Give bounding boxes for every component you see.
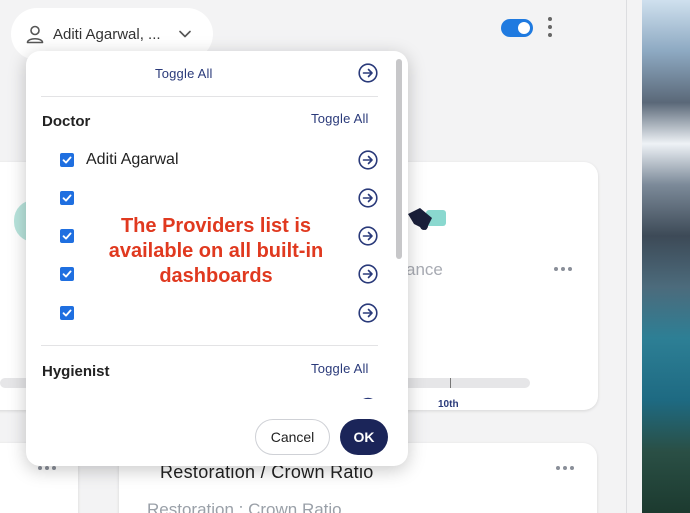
arrow-right-circle-icon (363, 397, 373, 399)
check-icon (62, 270, 72, 278)
providers-dropdown: Toggle All Doctor Toggle All Aditi Agarw… (26, 51, 408, 466)
toggle-all-hygienist[interactable]: Toggle All (311, 361, 369, 376)
section-divider (41, 345, 378, 346)
percentile-tick-label: 10th (438, 399, 459, 410)
provider-row[interactable] (60, 189, 380, 213)
toggle-all-providers[interactable]: Toggle All (155, 66, 213, 81)
check-icon (62, 156, 72, 164)
provider-checkbox[interactable] (60, 267, 74, 281)
arrow-right-circle-icon[interactable] (358, 226, 378, 246)
section-title-doctor: Doctor (42, 113, 91, 130)
arrow-right-circle-icon[interactable] (358, 188, 378, 208)
arrow-right-circle-icon[interactable] (358, 264, 378, 284)
person-icon (26, 25, 44, 44)
ok-button[interactable]: OK (340, 419, 388, 455)
scrollbar-thumb[interactable] (396, 59, 402, 259)
section-title-hygienist: Hygienist (42, 363, 110, 380)
chevron-down-icon (178, 30, 191, 38)
more-options-icon[interactable] (38, 466, 56, 470)
ratio-card-subtitle: Restoration : Crown Ratio (147, 500, 342, 513)
percentile-tick (450, 378, 451, 388)
provider-checkbox[interactable] (60, 153, 74, 167)
cancel-button[interactable]: Cancel (255, 419, 330, 455)
check-icon (62, 232, 72, 240)
check-icon (62, 194, 72, 202)
check-icon (62, 309, 72, 317)
section-divider (41, 96, 378, 97)
providers-list[interactable]: Toggle All Doctor Toggle All Aditi Agarw… (26, 51, 408, 399)
annotation-callout: The Providers list is available on all b… (108, 215, 324, 287)
page-divider (626, 0, 627, 513)
arrow-right-circle-icon[interactable] (358, 63, 378, 83)
handshake-icon (408, 208, 446, 230)
mountain-lake-photo (642, 0, 690, 513)
provider-row[interactable]: Aditi Agarwal (60, 151, 380, 175)
arrow-right-circle-icon[interactable] (358, 150, 378, 170)
more-options-icon[interactable] (554, 267, 572, 271)
provider-checkbox[interactable] (60, 229, 74, 243)
kpi-card-title-fragment: ance (406, 260, 443, 279)
provider-checkbox[interactable] (60, 191, 74, 205)
provider-checkbox[interactable] (60, 306, 74, 320)
more-options-icon[interactable] (556, 466, 574, 470)
arrow-right-circle-icon[interactable] (358, 303, 378, 323)
provider-row[interactable] (60, 304, 380, 328)
provider-name: Aditi Agarwal (86, 151, 179, 168)
provider-selector-label: Aditi Agarwal, ... (53, 25, 161, 43)
view-toggle-switch[interactable] (501, 19, 533, 37)
more-options-icon[interactable] (546, 17, 554, 37)
toggle-all-doctor[interactable]: Toggle All (311, 111, 369, 126)
